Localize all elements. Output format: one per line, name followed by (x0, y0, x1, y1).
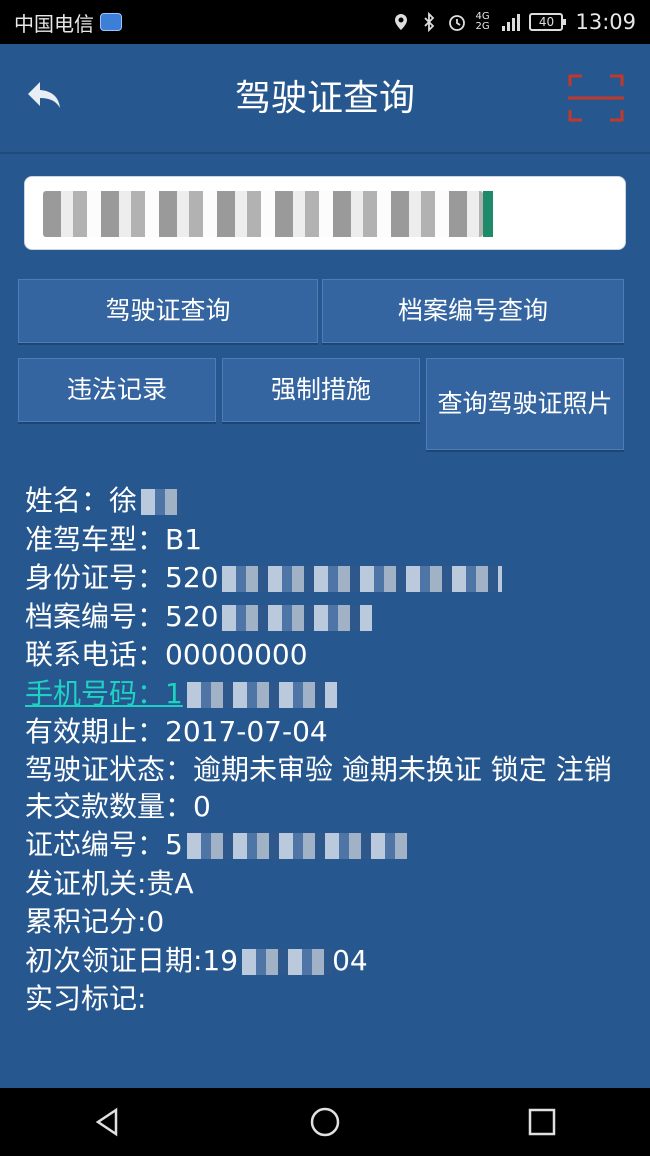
circle-home-icon (310, 1107, 340, 1137)
battery-icon: 40 (529, 13, 567, 31)
force-measures-button[interactable]: 强制措施 (222, 358, 420, 422)
alarm-icon (447, 12, 467, 32)
contact-phone-row: 联系电话：00000000 (25, 638, 308, 671)
name-row: 姓名：徐 (25, 482, 625, 521)
status-icons: 4G 2G 40 13:09 (391, 10, 636, 34)
valid-until-row: 有效期止：2017-07-04 (25, 715, 328, 748)
archive-query-button[interactable]: 档案编号查询 (322, 279, 624, 343)
intern-mark-row: 实习标记: (25, 982, 147, 1015)
redacted-mask (242, 948, 333, 975)
network-type-label: 4G 2G (475, 11, 490, 32)
chip-number-row: 证芯编号：5 (25, 826, 625, 865)
issuing-authority-row: 发证机关:贵A (25, 866, 194, 900)
points-row: 累积记分:0 (25, 905, 165, 938)
vehicle-type-row: 准驾车型：B1 (25, 522, 203, 556)
app-header: 驾驶证查询 (0, 44, 650, 154)
navigation-bar (0, 1088, 650, 1156)
redacted-mask (222, 566, 503, 592)
nav-home-button[interactable] (305, 1102, 345, 1142)
scan-icon (568, 74, 624, 122)
mobile-row[interactable]: 手机号码：1 (25, 675, 625, 714)
redacted-mask (186, 833, 407, 859)
carrier-name: 中国电信 (14, 11, 94, 36)
redacted-mask (222, 604, 373, 631)
first-issue-date-suffix: 04 (332, 943, 368, 977)
redacted-input-mask (43, 191, 483, 237)
carrier-group: 中国电信 (14, 8, 122, 37)
text-cursor (483, 191, 493, 237)
id-number-text: 身份证号：520 (25, 561, 219, 594)
status-bar: 中国电信 4G 2G 40 13:09 (0, 0, 650, 44)
first-issue-date-row: 初次领证日期:19 04 (25, 942, 625, 981)
name-text: 姓名：徐 (25, 484, 138, 517)
first-issue-date-prefix: 初次领证日期:19 (25, 943, 239, 977)
page-title: 驾驶证查询 (234, 78, 415, 119)
nav-recents-button[interactable] (522, 1102, 562, 1142)
carrier-badge-icon (100, 13, 122, 31)
license-status-row: 驾驶证状态：逾期未审验 逾期未换证 锁定 注销 (25, 752, 612, 786)
violation-record-button[interactable]: 违法记录 (18, 358, 216, 422)
license-info-panel: 姓名：徐 准驾车型：B1 身份证号：520 档案编号：520 联系电话：0000… (25, 482, 625, 1019)
redacted-mask (141, 489, 182, 515)
mobile-text[interactable]: 手机号码：1 (25, 677, 183, 710)
signal-icon (501, 12, 521, 32)
license-photo-button[interactable]: 查询驾驶证照片 (426, 358, 624, 450)
scan-button[interactable] (566, 70, 626, 126)
unpaid-count-row: 未交款数量：0 (25, 789, 211, 823)
location-icon (391, 12, 411, 32)
chip-number-text: 证芯编号：5 (25, 828, 183, 861)
triangle-back-icon (96, 1107, 118, 1137)
bluetooth-icon (419, 11, 439, 33)
redacted-mask (186, 681, 337, 708)
search-box[interactable] (24, 176, 626, 250)
square-recents-icon (528, 1108, 555, 1136)
id-number-row: 身份证号：520 (25, 559, 625, 598)
archive-number-text: 档案编号：520 (25, 599, 219, 633)
clock: 13:09 (575, 10, 636, 34)
app-screen: 中国电信 4G 2G 40 13:09 驾驶证查询 驾驶证查询 档案编号查询 违… (0, 0, 650, 1156)
nav-back-button[interactable] (88, 1102, 128, 1142)
archive-number-row: 档案编号：520 (25, 598, 625, 637)
license-query-button[interactable]: 驾驶证查询 (18, 279, 318, 343)
